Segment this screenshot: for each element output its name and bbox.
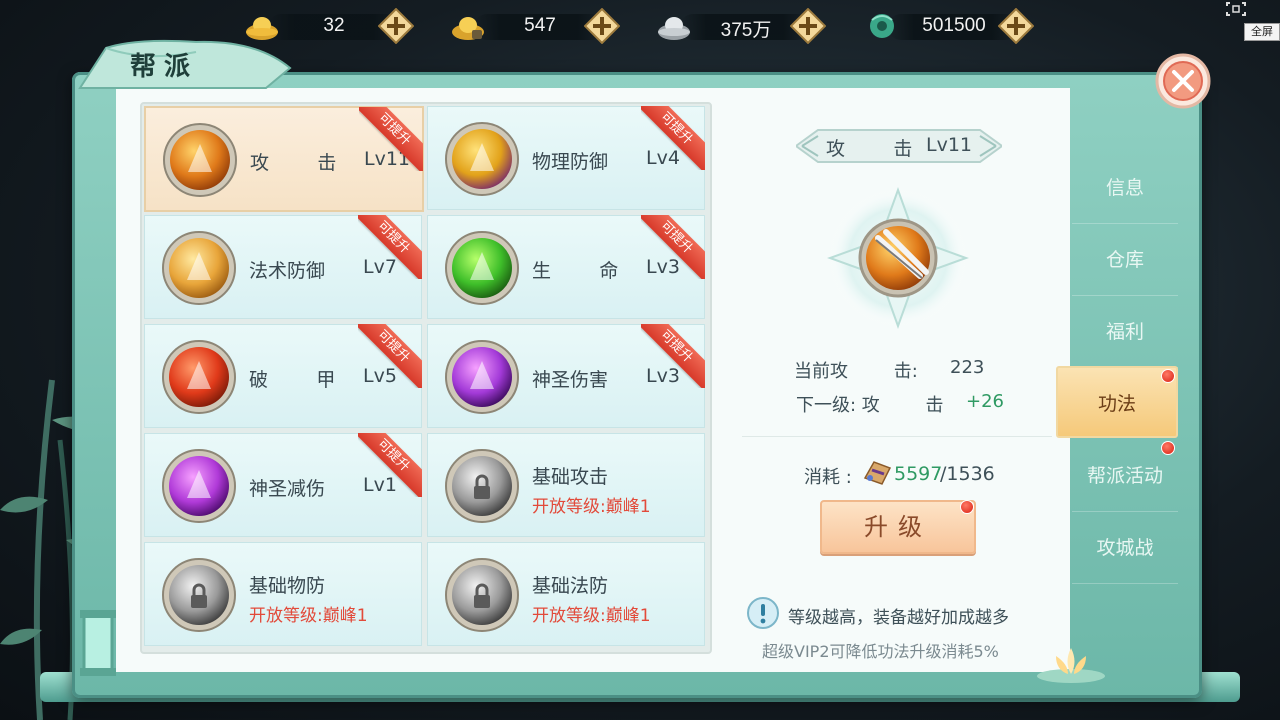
upgradable-ribbon: 可提升	[358, 324, 422, 388]
tab-siege-war[interactable]: 攻城战	[1072, 512, 1178, 584]
side-tab-bar: 信息 仓库 福利 功法 帮派活动 攻城战	[1056, 152, 1178, 672]
upgradable-ribbon: 可提升	[641, 106, 705, 170]
current-stat-value: 223	[950, 357, 985, 378]
add-jade-button[interactable]	[998, 8, 1034, 44]
tab-info[interactable]: 信息	[1072, 152, 1178, 224]
detail-skill-name: 攻 击	[826, 138, 913, 160]
skill-name: 神圣伤害	[532, 369, 609, 391]
tab-guild-activities-notification-dot	[1161, 441, 1175, 455]
upgradable-ribbon: 可提升	[359, 107, 423, 171]
armor-break-skill-icon	[162, 340, 236, 414]
locked-skill-icon	[445, 449, 519, 523]
tab-welfare[interactable]: 福利	[1072, 296, 1178, 368]
jade-icon	[870, 14, 894, 38]
unlock-requirement: 开放等级:巅峰1	[532, 497, 651, 517]
skill-name: 神圣减伤	[249, 478, 326, 500]
skill-card[interactable]: 生 命 Lv3 可提升	[427, 215, 705, 319]
skill-card[interactable]: 物理防御 Lv4 可提升	[427, 106, 705, 210]
life-skill-icon	[445, 231, 519, 305]
currency-gold: 32	[244, 8, 424, 44]
physical-defense-skill-icon	[445, 122, 519, 196]
current-stat-label: 当前攻 击:	[794, 361, 918, 382]
upgradable-badge: 可提升	[358, 215, 422, 279]
upgrade-button[interactable]: 升级	[820, 500, 976, 554]
cost-owned: 5597	[894, 463, 943, 485]
skill-name: 法术防御	[249, 260, 326, 282]
currency-silver: 375万	[656, 8, 836, 44]
info-icon	[747, 597, 779, 629]
add-bound-gold-button[interactable]	[584, 8, 620, 44]
upgradable-badge: 可提升	[641, 215, 705, 279]
upgradable-ribbon: 可提升	[358, 433, 422, 497]
silver-ingot-icon	[658, 17, 690, 40]
add-gold-button[interactable]	[378, 8, 414, 44]
upgradable-badge: 可提升	[641, 324, 705, 388]
bound-gold-ingot-icon	[452, 17, 484, 40]
skill-name: 物理防御	[532, 151, 609, 173]
upgradable-ribbon: 可提升	[358, 215, 422, 279]
upgradable-badge: 可提升	[358, 324, 422, 388]
currency-value: 375万	[720, 20, 772, 41]
upgradable-badge: 可提升	[359, 107, 423, 171]
skill-card[interactable]: 神圣伤害 Lv3 可提升	[427, 324, 705, 428]
vip-note: 超级VIP2可降低功法升级消耗5%	[762, 642, 999, 661]
cost-required: /1536	[940, 463, 995, 485]
lotus-decoration	[1037, 648, 1105, 683]
upgrade-tip: 等级越高，装备越好加成越多	[788, 608, 1009, 628]
holy-damage-skill-icon	[445, 340, 519, 414]
upgradable-badge: 可提升	[358, 433, 422, 497]
currency-bound-gold: 547	[450, 8, 630, 44]
magic-defense-skill-icon	[162, 231, 236, 305]
gold-ingot-icon	[246, 17, 278, 40]
currency-value: 501500	[922, 15, 986, 36]
upgrade-notification-dot	[960, 500, 974, 514]
close-icon[interactable]	[1154, 52, 1212, 110]
skill-card[interactable]: 基础物防开放等级:巅峰1	[144, 542, 422, 646]
fullscreen-icon[interactable]	[1224, 0, 1248, 18]
currency-value: 547	[524, 15, 556, 36]
skill-card[interactable]: 基础攻击开放等级:巅峰1	[427, 433, 705, 537]
add-silver-button[interactable]	[790, 8, 826, 44]
detail-skill-level: Lv11	[926, 134, 973, 156]
attack-skill-icon	[163, 123, 237, 197]
upgradable-badge: 可提升	[641, 106, 705, 170]
skill-card[interactable]: 破 甲 Lv5 可提升	[144, 324, 422, 428]
next-stat-value: +26	[966, 391, 1004, 412]
skill-name: 破 甲	[249, 369, 336, 391]
holy-reduction-skill-icon	[162, 449, 236, 523]
skill-name: 基础攻击	[532, 466, 609, 488]
attack-skill-icon	[827, 187, 969, 329]
upgradable-ribbon: 可提升	[641, 324, 705, 388]
skill-card[interactable]: 法术防御 Lv7 可提升	[144, 215, 422, 319]
skill-card[interactable]: 基础法防开放等级:巅峰1	[427, 542, 705, 646]
locked-skill-icon	[445, 558, 519, 632]
cost-label: 消耗 :	[804, 467, 852, 488]
lantern-decoration	[80, 610, 116, 676]
currency-jade: 501500	[864, 8, 1044, 44]
unlock-requirement: 开放等级:巅峰1	[532, 606, 651, 626]
skill-name: 基础法防	[532, 575, 609, 597]
fullscreen-button[interactable]: 全屏	[1244, 23, 1280, 41]
skill-card[interactable]: 神圣减伤 Lv1 可提升	[144, 433, 422, 537]
panel-title: 帮派	[130, 52, 199, 82]
tab-warehouse[interactable]: 仓库	[1072, 224, 1178, 296]
upgradable-ribbon: 可提升	[641, 215, 705, 279]
tab-skills[interactable]: 功法	[1056, 366, 1178, 438]
detail-divider	[742, 436, 1052, 437]
tab-skills-notification-dot	[1161, 369, 1175, 383]
contribution-item-icon	[863, 461, 892, 485]
locked-skill-icon	[162, 558, 236, 632]
skill-card[interactable]: 攻 击 Lv11 可提升	[144, 106, 424, 212]
skill-name: 基础物防	[249, 575, 326, 597]
currency-value: 32	[323, 15, 345, 36]
unlock-requirement: 开放等级:巅峰1	[249, 606, 368, 626]
skill-name: 生 命	[532, 260, 619, 282]
skill-name: 攻 击	[250, 152, 337, 174]
next-stat-label: 下一级: 攻 击	[796, 395, 944, 416]
